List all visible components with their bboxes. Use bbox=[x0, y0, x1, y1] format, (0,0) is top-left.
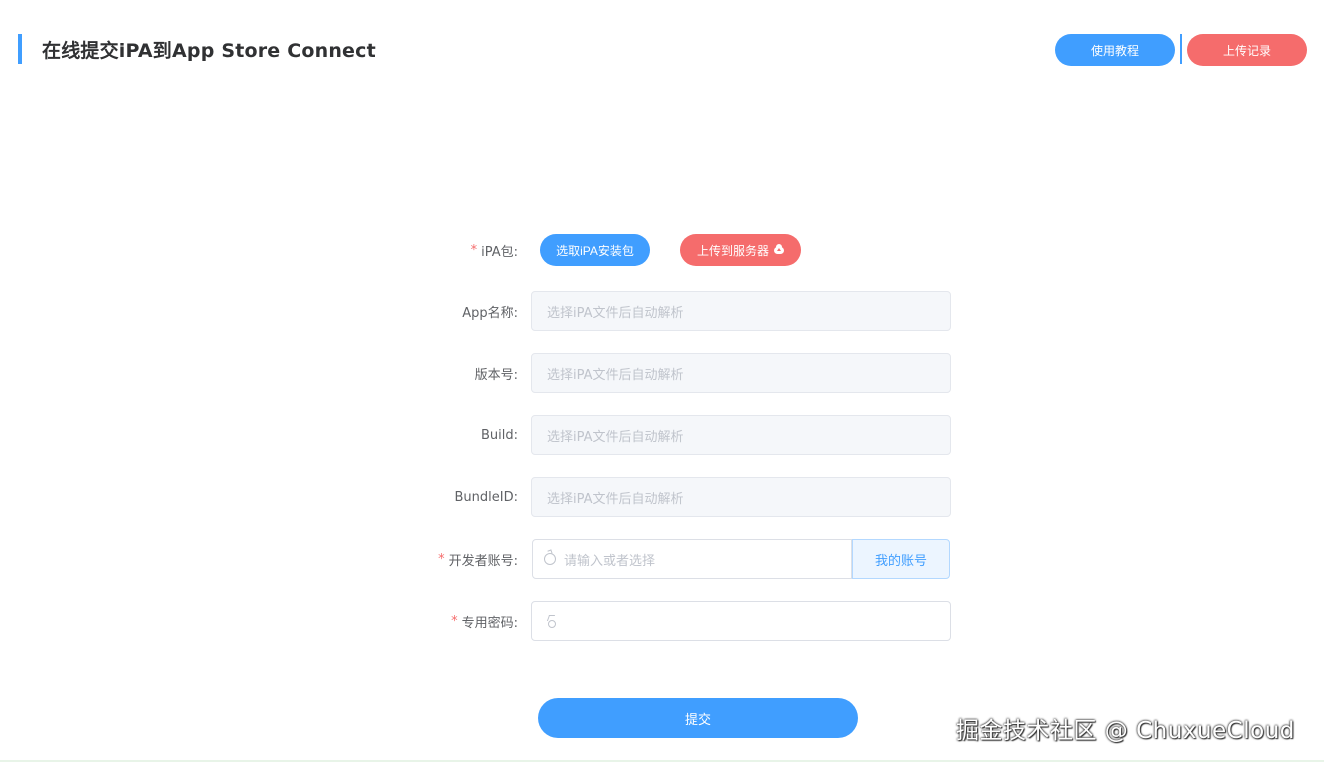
lock-icon bbox=[547, 615, 556, 628]
build-label: Build: bbox=[480, 427, 518, 443]
tutorial-button[interactable]: 使用教程 bbox=[1055, 34, 1175, 66]
developer-account-placeholder: 请输入或者选择 bbox=[564, 553, 656, 569]
developer-account-label: * 开发者账号: bbox=[438, 551, 518, 569]
submit-button[interactable]: 提交 bbox=[538, 698, 858, 738]
apple-icon bbox=[544, 553, 556, 565]
required-mark: * bbox=[451, 613, 458, 629]
password-input[interactable] bbox=[531, 601, 951, 641]
page-header: 在线提交iPA到App Store Connect 使用教程 上传记录 bbox=[0, 0, 1324, 90]
build-input: 选择iPA文件后自动解析 bbox=[531, 415, 951, 455]
my-account-button[interactable]: 我的账号 bbox=[852, 539, 950, 579]
version-label: 版本号: bbox=[474, 367, 518, 383]
upload-to-server-label: 上传到服务器 bbox=[696, 243, 769, 258]
bundle-id-row: BundleID: 选择iPA文件后自动解析 bbox=[0, 477, 1324, 517]
bundle-id-input: 选择iPA文件后自动解析 bbox=[531, 477, 951, 517]
bundle-id-label: BundleID: bbox=[454, 489, 518, 505]
app-name-label: App名称: bbox=[462, 305, 518, 321]
upload-to-server-button[interactable]: 上传到服务器 bbox=[680, 234, 801, 266]
ipa-label: * iPA包: bbox=[470, 242, 518, 260]
ipa-row: * iPA包: 选取iPA安装包 上传到服务器 bbox=[0, 234, 1324, 274]
header-divider bbox=[1180, 34, 1182, 64]
developer-account-row: * 开发者账号: 请输入或者选择 我的账号 bbox=[0, 539, 1324, 579]
developer-account-input[interactable]: 请输入或者选择 bbox=[532, 539, 852, 579]
required-mark: * bbox=[438, 551, 445, 567]
page-title: 在线提交iPA到App Store Connect bbox=[42, 40, 376, 62]
app-name-input: 选择iPA文件后自动解析 bbox=[531, 291, 951, 331]
version-row: 版本号: 选择iPA文件后自动解析 bbox=[0, 353, 1324, 393]
required-mark: * bbox=[470, 242, 478, 258]
version-input: 选择iPA文件后自动解析 bbox=[531, 353, 951, 393]
password-row: * 专用密码: bbox=[0, 601, 1324, 641]
cloud-upload-icon bbox=[774, 243, 784, 254]
select-ipa-button[interactable]: 选取iPA安装包 bbox=[540, 234, 650, 266]
upload-records-button[interactable]: 上传记录 bbox=[1187, 34, 1307, 66]
build-row: Build: 选择iPA文件后自动解析 bbox=[0, 415, 1324, 455]
watermark: 掘金技术社区 @ ChuxueCloud bbox=[956, 718, 1295, 744]
app-name-row: App名称: 选择iPA文件后自动解析 bbox=[0, 291, 1324, 331]
title-accent-bar bbox=[18, 34, 22, 64]
password-label: * 专用密码: bbox=[451, 613, 518, 631]
